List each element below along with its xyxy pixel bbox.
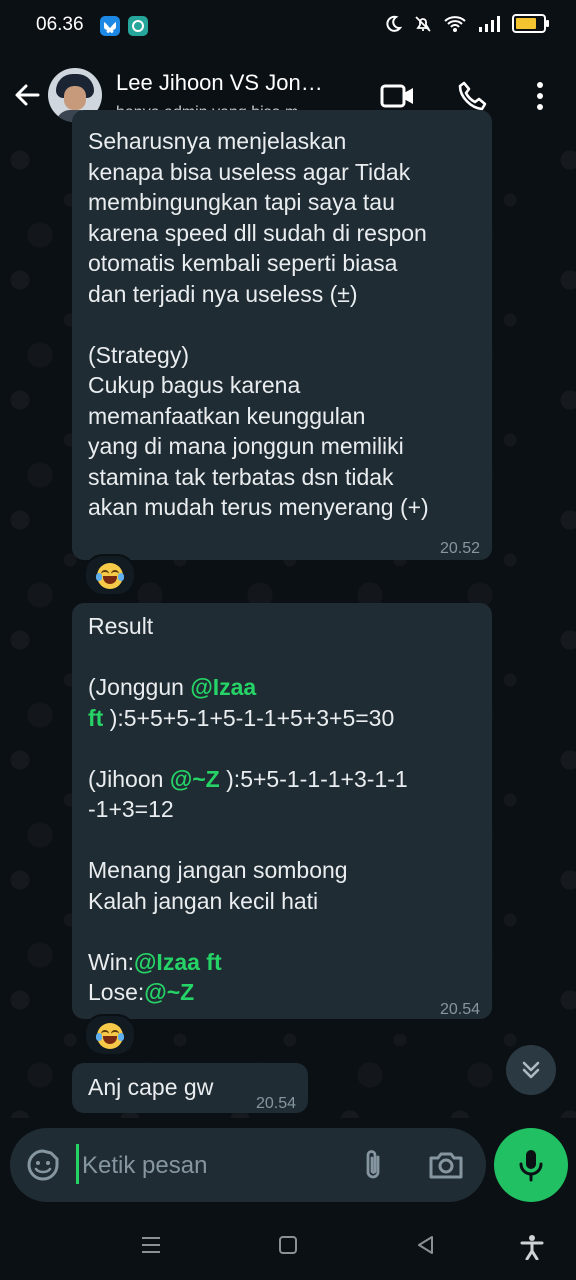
reaction-badge[interactable] <box>84 554 136 596</box>
double-chevron-down-icon <box>522 1061 540 1079</box>
scroll-to-bottom-button[interactable] <box>506 1045 556 1095</box>
message-text: Anj cape gw <box>88 1074 214 1100</box>
sticker-icon[interactable] <box>26 1148 60 1182</box>
voice-record-button[interactable] <box>494 1128 568 1202</box>
back-icon[interactable] <box>414 1234 436 1256</box>
bluesky-icon <box>100 16 120 36</box>
message-time: 20.52 <box>439 540 480 557</box>
mic-icon <box>519 1150 543 1182</box>
battery-icon <box>512 14 549 33</box>
mention-izaa[interactable]: @Izaa <box>190 674 256 700</box>
message-bubble[interactable]: Result (Jonggun @Izaa ft ):5+5+5-1+5-1-1… <box>72 603 492 1019</box>
mention-izaa-cont[interactable]: ft <box>88 705 103 731</box>
camera-icon[interactable] <box>428 1149 464 1181</box>
result-label: Result <box>88 613 154 639</box>
accessibility-icon[interactable] <box>520 1234 544 1260</box>
message-time: 20.54 <box>255 1095 296 1112</box>
reaction-badge[interactable] <box>84 1014 136 1056</box>
system-nav-bar <box>0 1216 576 1280</box>
wifi-icon <box>444 15 466 32</box>
status-time: 06.36 <box>36 14 84 35</box>
message-input[interactable] <box>80 1146 344 1186</box>
laughing-tears-emoji <box>96 562 124 589</box>
message-bubble[interactable]: Seharusnya menjelaskan kenapa bisa usele… <box>72 110 492 560</box>
message-text: Seharusnya menjelaskan kenapa bisa usele… <box>88 128 429 520</box>
status-icons <box>384 14 549 33</box>
message-bubble[interactable]: Anj cape gw 20.54 <box>72 1063 308 1113</box>
chat-app-icon <box>128 16 148 36</box>
mute-bell-icon <box>415 15 431 32</box>
attach-icon[interactable] <box>360 1148 386 1182</box>
recents-icon[interactable] <box>140 1234 162 1256</box>
home-icon[interactable] <box>277 1234 299 1256</box>
message-time: 20.54 <box>439 1001 480 1018</box>
mention-z[interactable]: @~Z <box>170 766 220 792</box>
mention-z[interactable]: @~Z <box>144 979 194 1005</box>
message-composer <box>10 1128 486 1202</box>
message-text: Result (Jonggun @Izaa ft ):5+5+5-1+5-1-1… <box>88 613 408 1005</box>
signal-icon <box>479 15 500 32</box>
laughing-tears-emoji <box>96 1022 124 1049</box>
moon-icon <box>386 15 402 32</box>
status-bar: 06.36 <box>0 0 576 52</box>
mention-izaa-ft[interactable]: @Izaa ft <box>134 949 222 975</box>
text-caret <box>76 1144 79 1184</box>
